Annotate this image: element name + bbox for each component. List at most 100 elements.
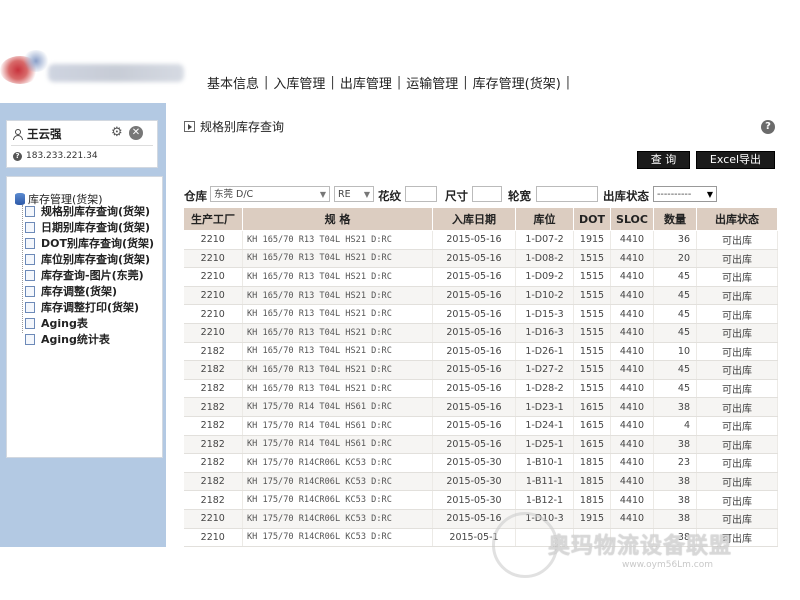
cell-location: 1-D26-1 [515,342,574,362]
filter-bar: 仓库 东莞 D/C ▼ RE ▼ 花纹 尺寸 轮宽 出库状态 ---------… [184,186,784,204]
excel-export-button[interactable]: Excel导出 [696,151,775,169]
table-row[interactable]: 2210 KH 165/70 R13 T04L HS21 D:RC 2015-05-… [183,304,778,324]
nav-item-basic-info[interactable]: 基本信息 [204,73,262,92]
tree-item-inventory-adjust[interactable]: 库存调整(货架) [25,283,154,299]
table-row[interactable]: 2210 KH 165/70 R13 T04L HS21 D:RC 2015-05-… [183,249,778,269]
cell-factory: 2182 [183,435,243,455]
status-label: 出库状态 [603,189,649,203]
pattern-input[interactable] [405,186,437,202]
cell-location: 1-D08-2 [515,249,574,269]
cell-sloc: 4410 [610,230,654,250]
tree-item-adjust-print[interactable]: 库存调整打印(货架) [25,299,154,315]
gear-icon[interactable]: ⚙ [111,126,125,140]
table-body: 2210 KH 165/70 R13 T04L HS21 D:RC 2015-05-… [183,230,778,548]
user-panel: 王云强 ⚙ ✕ ? 183.233.221.34 [6,120,158,168]
cell-dot: 1815 [573,472,611,492]
cell-sloc: 4410 [610,379,654,399]
cell-location: 1-D09-2 [515,267,574,287]
table-row[interactable]: 2210 KH 175/70 R14CR06L KC53 D:RC 2015-05-… [183,509,778,529]
status-select[interactable]: ---------- ▼ [653,186,717,202]
table-row[interactable]: 2210 KH 175/70 R14CR06L KC53 D:RC 2015-05-… [183,528,778,548]
pattern-label: 花纹 [378,189,401,203]
nav-tree: 库存管理(货架) 规格别库存查询(货架) 日期别库存查询(货架) DOT别库存查… [6,176,163,458]
document-icon [25,253,35,265]
col-header-inbound-date[interactable]: 入库日期 [432,207,516,231]
table-row[interactable]: 2182 KH 175/70 R14CR06L KC53 D:RC 2015-05-… [183,453,778,473]
tree-item-spec-inventory[interactable]: 规格别库存查询(货架) [25,203,154,219]
cell-sloc: 4410 [610,416,654,436]
document-icon [25,205,35,217]
col-header-dot[interactable]: DOT [573,207,611,231]
nav-separator: | [330,74,335,90]
table-row[interactable]: 2210 KH 165/70 R13 T04L HS21 D:RC 2015-05-… [183,286,778,306]
width-input[interactable] [536,186,598,202]
tree-item-label: Aging表 [41,317,88,330]
table-row[interactable]: 2182 KH 175/70 R14 T04L HS61 D:RC 2015-05-… [183,397,778,417]
nav-item-inbound[interactable]: 入库管理 [270,73,328,92]
col-header-quantity[interactable]: 数量 [653,207,697,231]
warehouse-select[interactable]: 东莞 D/C ▼ [210,186,330,202]
cell-spec: KH 175/70 R14 T04L HS61 D:RC [242,435,433,455]
tree-item-aging-stats[interactable]: Aging统计表 [25,331,154,347]
table-row[interactable]: 2210 KH 165/70 R13 T04L HS21 D:RC 2015-05-… [183,267,778,287]
table-row[interactable]: 2182 KH 165/70 R13 T04L HS21 D:RC 2015-05-… [183,379,778,399]
inventory-table: 生产工厂 规 格 入库日期 库位 DOT SLOC 数量 出库状态 2210 KH… [183,207,778,548]
tree-item-label: 日期别库存查询(货架) [41,221,151,234]
cell-location: 1-D28-2 [515,379,574,399]
table-row[interactable]: 2182 KH 165/70 R13 T04L HS21 D:RC 2015-05-… [183,342,778,362]
cell-quantity: 38 [653,472,697,492]
cell-inbound-date: 2015-05-16 [432,360,516,380]
nav-item-inventory[interactable]: 库存管理(货架) [470,73,564,92]
cell-quantity: 38 [653,528,697,548]
chevron-down-icon: ▼ [319,190,326,199]
cell-sloc: 4410 [610,286,654,306]
type-select[interactable]: RE ▼ [334,186,374,202]
page-title-text: 规格别库存查询 [200,120,285,134]
cell-sloc: 4410 [610,267,654,287]
info-icon: ? [13,151,22,161]
cell-outbound-status: 可出库 [696,453,778,473]
nav-item-transport[interactable]: 运输管理 [403,73,461,92]
cell-location: 1-D10-3 [515,509,574,529]
cell-factory: 2210 [183,230,243,250]
table-row[interactable]: 2210 KH 165/70 R13 T04L HS21 D:RC 2015-05-… [183,230,778,250]
cell-dot: 1515 [573,249,611,269]
table-row[interactable]: 2182 KH 165/70 R13 T04L HS21 D:RC 2015-05-… [183,360,778,380]
tree-item-label: 库存调整打印(货架) [41,301,140,314]
table-row[interactable]: 2210 KH 165/70 R13 T04L HS21 D:RC 2015-05-… [183,323,778,343]
tree-item-location-inventory[interactable]: 库位别库存查询(货架) [25,251,154,267]
tree-item-aging[interactable]: Aging表 [25,315,154,331]
tree-item-label: Aging统计表 [41,333,110,346]
col-header-spec[interactable]: 规 格 [242,207,433,231]
cell-dot: 1515 [573,286,611,306]
tree-item-date-inventory[interactable]: 日期别库存查询(货架) [25,219,154,235]
table-row[interactable]: 2182 KH 175/70 R14CR06L KC53 D:RC 2015-05-… [183,472,778,492]
query-button[interactable]: 查 询 [637,151,690,169]
cell-inbound-date: 2015-05-30 [432,472,516,492]
cell-quantity: 45 [653,379,697,399]
col-header-outbound-status[interactable]: 出库状态 [696,207,778,231]
logo-wordmark [48,64,184,82]
table-row[interactable]: 2182 KH 175/70 R14 T04L HS61 D:RC 2015-05-… [183,435,778,455]
size-input[interactable] [472,186,502,202]
tree-item-picture-inventory[interactable]: 库存查询-图片(东莞) [25,267,154,283]
nav-item-outbound[interactable]: 出库管理 [337,73,395,92]
size-label: 尺寸 [445,189,468,203]
help-icon[interactable]: ? [761,120,775,134]
cell-quantity: 45 [653,286,697,306]
col-header-location[interactable]: 库位 [515,207,574,231]
cell-spec: KH 165/70 R13 T04L HS21 D:RC [242,342,433,362]
table-row[interactable]: 2182 KH 175/70 R14CR06L KC53 D:RC 2015-05-… [183,490,778,510]
tree-item-dot-inventory[interactable]: DOT别库存查询(货架) [25,235,154,251]
database-icon [15,193,25,205]
close-icon[interactable]: ✕ [129,126,143,140]
table-row[interactable]: 2182 KH 175/70 R14 T04L HS61 D:RC 2015-05-… [183,416,778,436]
col-header-factory[interactable]: 生产工厂 [183,207,243,231]
tree-connector [22,205,23,333]
col-header-sloc[interactable]: SLOC [610,207,654,231]
cell-location: 1-D15-3 [515,304,574,324]
nav-separator: | [396,74,402,90]
cell-spec: KH 165/70 R13 T04L HS21 D:RC [242,249,433,269]
cell-quantity: 38 [653,490,697,510]
user-ip: 183.233.221.34 [26,151,98,161]
